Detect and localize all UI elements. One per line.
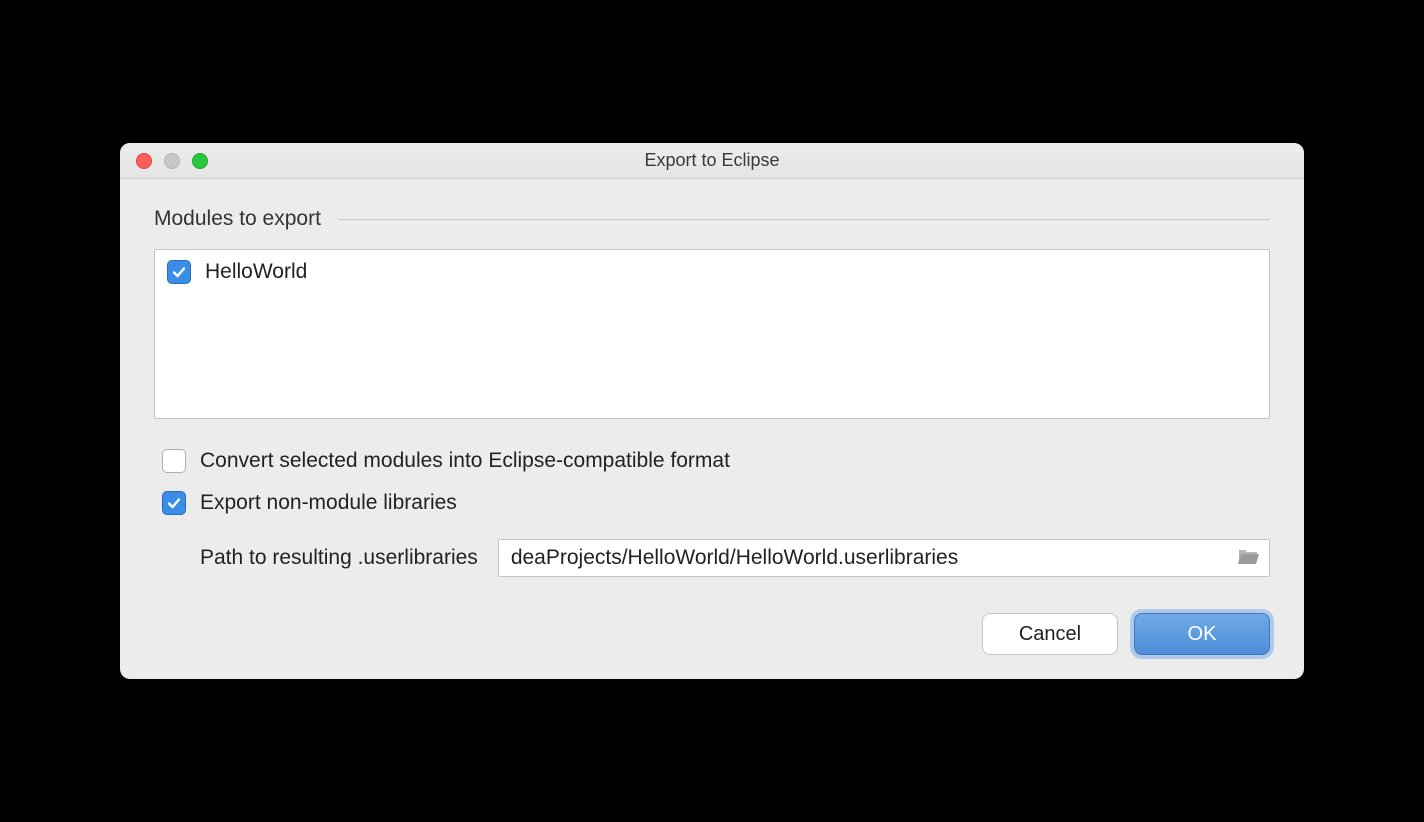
convert-checkbox[interactable] <box>162 449 186 473</box>
section-header: Modules to export <box>154 207 1270 231</box>
convert-label: Convert selected modules into Eclipse-co… <box>200 449 730 473</box>
check-icon <box>166 495 182 511</box>
window-title: Export to Eclipse <box>120 150 1304 171</box>
close-window-button[interactable] <box>136 153 152 169</box>
dialog-window: Export to Eclipse Modules to export Hell… <box>120 143 1304 679</box>
minimize-window-button[interactable] <box>164 153 180 169</box>
option-convert-row: Convert selected modules into Eclipse-co… <box>162 449 1270 473</box>
module-item[interactable]: HelloWorld <box>167 260 1257 284</box>
traffic-lights <box>120 153 208 169</box>
button-row: Cancel OK <box>154 613 1270 655</box>
section-heading: Modules to export <box>154 207 321 231</box>
cancel-button-label: Cancel <box>1019 623 1081 646</box>
module-list[interactable]: HelloWorld <box>154 249 1270 419</box>
titlebar: Export to Eclipse <box>120 143 1304 179</box>
path-label: Path to resulting .userlibraries <box>200 546 478 570</box>
dialog-content: Modules to export HelloWorld Convert sel… <box>120 179 1304 679</box>
module-checkbox[interactable] <box>167 260 191 284</box>
cancel-button[interactable]: Cancel <box>982 613 1118 655</box>
module-name: HelloWorld <box>205 260 307 284</box>
ok-button[interactable]: OK <box>1134 613 1270 655</box>
ok-button-label: OK <box>1188 623 1217 646</box>
zoom-window-button[interactable] <box>192 153 208 169</box>
section-divider <box>339 219 1270 220</box>
check-icon <box>171 264 187 280</box>
path-row: Path to resulting .userlibraries <box>200 539 1270 577</box>
path-field <box>498 539 1270 577</box>
folder-open-icon[interactable] <box>1237 546 1261 571</box>
exportlibs-checkbox[interactable] <box>162 491 186 515</box>
option-exportlibs-row: Export non-module libraries <box>162 491 1270 515</box>
options-group: Convert selected modules into Eclipse-co… <box>154 449 1270 577</box>
exportlibs-label: Export non-module libraries <box>200 491 457 515</box>
path-input[interactable] <box>511 546 1229 570</box>
